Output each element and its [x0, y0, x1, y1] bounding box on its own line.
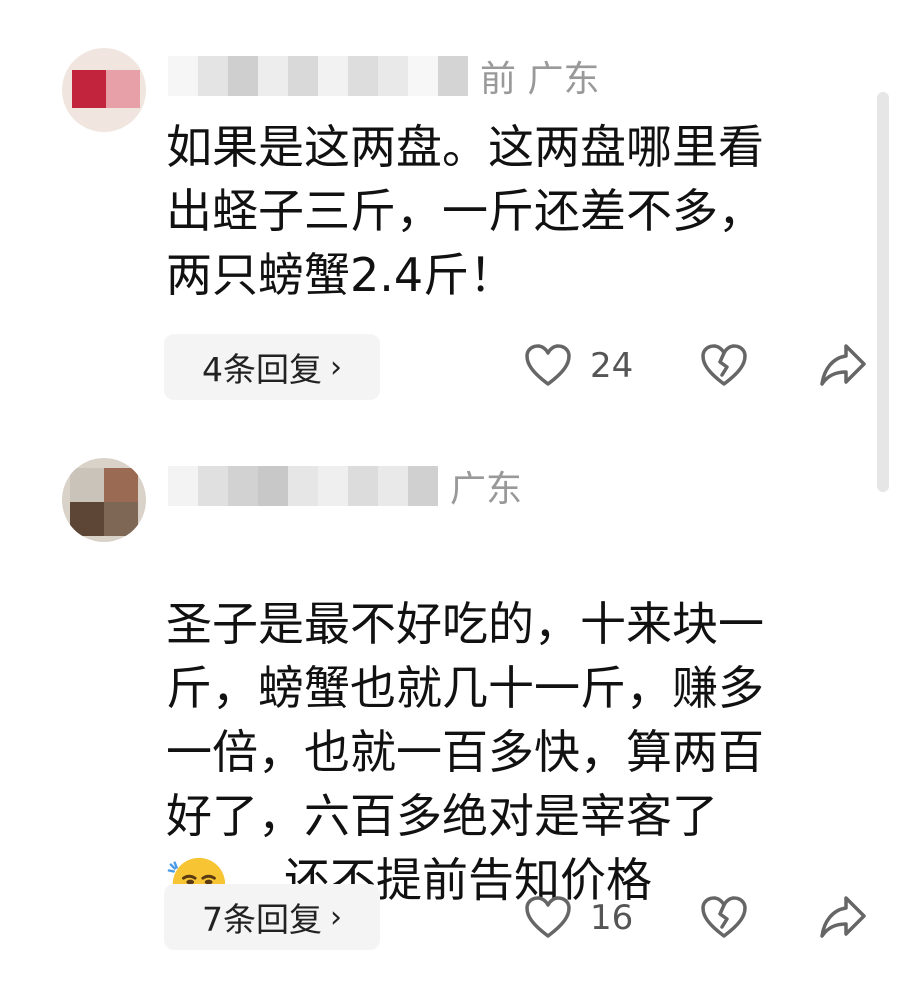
comment-text: 圣子是最不好吃的，十来块一 斤，螃蟹也就几十一斤，赚多 一倍，也就一百多快，算两… — [166, 528, 856, 915]
replies-label: 7条回复 — [202, 900, 322, 939]
comment-time-location: 前 广东 — [480, 59, 600, 100]
like-count: 24 — [590, 346, 634, 386]
avatar[interactable] — [62, 458, 146, 542]
replies-button[interactable]: 4条回复 › — [164, 334, 380, 400]
broken-heart-icon — [701, 896, 747, 938]
replies-label: 4条回复 — [202, 350, 322, 389]
dislike-button[interactable] — [700, 896, 748, 940]
heart-outline-icon — [525, 344, 571, 386]
broken-heart-icon — [701, 344, 747, 386]
scrollbar[interactable] — [877, 92, 889, 492]
like-count: 16 — [590, 898, 634, 938]
share-arrow-icon — [820, 344, 866, 386]
dislike-button[interactable] — [700, 344, 748, 388]
replies-button[interactable]: 7条回复 › — [164, 884, 380, 950]
avatar[interactable] — [62, 48, 146, 132]
comment-location: 广东 — [450, 469, 523, 510]
share-button[interactable] — [818, 342, 868, 388]
share-arrow-icon — [820, 896, 866, 938]
comment-meta: 广东 — [168, 462, 522, 510]
chevron-right-icon: › — [330, 349, 342, 385]
heart-outline-icon — [525, 896, 571, 938]
username[interactable] — [168, 466, 438, 506]
share-button[interactable] — [818, 894, 868, 940]
like-button[interactable]: 24 — [524, 344, 633, 388]
like-button[interactable]: 16 — [524, 896, 633, 940]
username[interactable] — [168, 56, 468, 96]
comment-text: 如果是这两盘。这两盘哪里看 出蛏子三斤，一斤还差不多， 两只螃蟹2.4斤！ — [166, 120, 764, 302]
comment-text-main: 圣子是最不好吃的，十来块一 斤，螃蟹也就几十一斤，赚多 一倍，也就一百多快，算两… — [166, 597, 764, 843]
chevron-right-icon: › — [330, 899, 342, 935]
comment-meta: 前 广东 — [168, 52, 599, 100]
